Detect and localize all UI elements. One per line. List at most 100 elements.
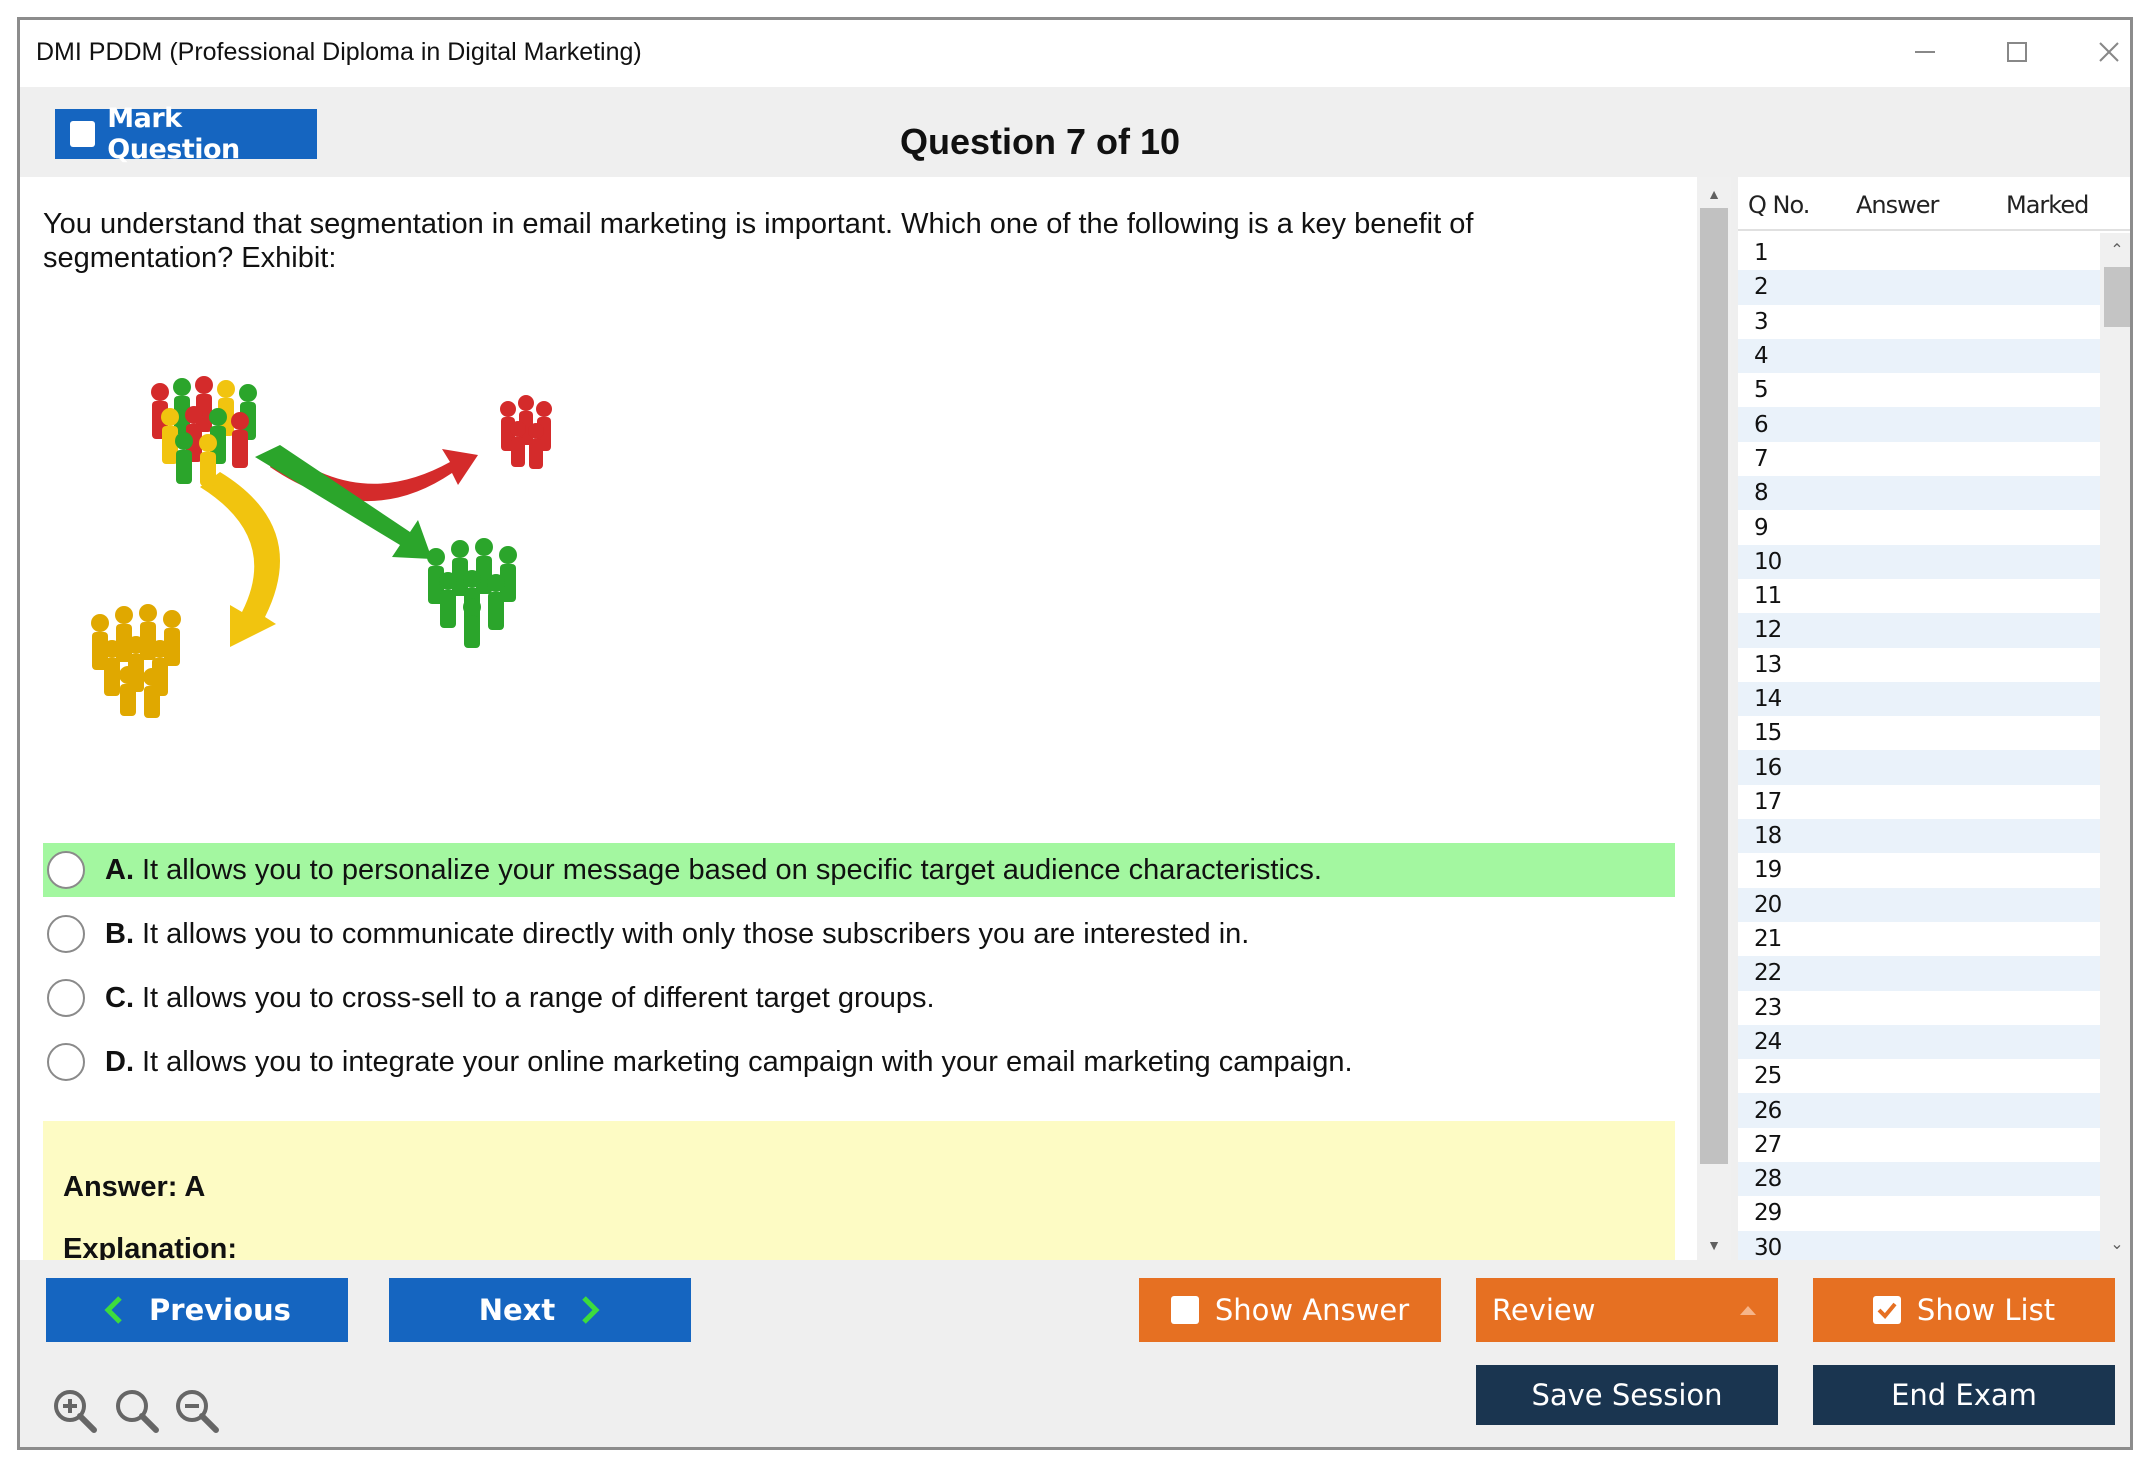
question-number: 26 bbox=[1754, 1097, 1782, 1124]
question-list-row[interactable]: 17 bbox=[1738, 785, 2100, 819]
window-title: DMI PDDM (Professional Diploma in Digita… bbox=[36, 38, 642, 66]
option-a-radio[interactable] bbox=[47, 851, 85, 889]
caret-up-icon bbox=[1740, 1306, 1756, 1315]
question-number: 23 bbox=[1754, 994, 1782, 1021]
question-list-rows: 1 2 3 4 5 6 7 8 9 10 11 12 13 14 15 16 17 18 19 20 21 22 23 24 2… bbox=[1738, 236, 2100, 1260]
save-session-button[interactable]: Save Session bbox=[1476, 1365, 1778, 1425]
question-list-row[interactable]: 16 bbox=[1738, 750, 2100, 785]
question-number: 3 bbox=[1754, 308, 1769, 335]
question-list-row[interactable]: 5 bbox=[1738, 373, 2100, 407]
question-list-row[interactable]: 2 bbox=[1738, 270, 2100, 305]
question-number: 20 bbox=[1754, 891, 1782, 918]
option-d-radio[interactable] bbox=[47, 1043, 85, 1081]
option-c-letter: C. bbox=[105, 981, 134, 1014]
zoom-out-icon[interactable] bbox=[172, 1386, 222, 1436]
list-scroll-thumb[interactable] bbox=[2104, 267, 2130, 327]
show-list-button[interactable]: Show List bbox=[1813, 1278, 2115, 1342]
show-answer-button[interactable]: Show Answer bbox=[1139, 1278, 1441, 1342]
question-list-row[interactable]: 11 bbox=[1738, 579, 2100, 613]
question-list-row[interactable]: 23 bbox=[1738, 991, 2100, 1025]
question-title: Question 7 of 10 bbox=[900, 121, 1181, 162]
question-number: 24 bbox=[1754, 1028, 1782, 1055]
question-list-row[interactable]: 24 bbox=[1738, 1024, 2100, 1060]
question-list-row[interactable]: 15 bbox=[1738, 716, 2100, 750]
option-d-letter: D. bbox=[105, 1045, 134, 1078]
mark-question-label: Mark Question bbox=[107, 103, 240, 165]
show-answer-checkbox-icon bbox=[1170, 1296, 1199, 1324]
question-list-row[interactable]: 12 bbox=[1738, 613, 2100, 648]
question-number: 30 bbox=[1754, 1234, 1782, 1260]
option-a[interactable]: A. It allows you to personalize your mes… bbox=[43, 843, 1675, 897]
question-list-row[interactable]: 13 bbox=[1738, 648, 2100, 682]
question-list-row[interactable]: 7 bbox=[1738, 442, 2100, 476]
question-list-row[interactable]: 22 bbox=[1738, 956, 2100, 991]
question-list-row[interactable]: 27 bbox=[1738, 1128, 2100, 1162]
question-list-row[interactable]: 3 bbox=[1738, 305, 2100, 339]
review-dropdown[interactable]: Review bbox=[1476, 1278, 1778, 1342]
end-exam-button[interactable]: End Exam bbox=[1813, 1365, 2115, 1425]
question-list-row[interactable]: 6 bbox=[1738, 407, 2100, 442]
checkmark-icon bbox=[1877, 1302, 1897, 1319]
show-list-checkbox-icon bbox=[1872, 1296, 1901, 1324]
question-content: You understand that segmentation in emai… bbox=[20, 177, 1697, 1260]
question-list-row[interactable]: 10 bbox=[1738, 544, 2100, 579]
question-list-row[interactable]: 8 bbox=[1738, 476, 2100, 511]
question-list-row[interactable]: 1 bbox=[1738, 236, 2100, 270]
option-d-text: It allows you to integrate your online m… bbox=[142, 1045, 1353, 1078]
zoom-in-icon[interactable] bbox=[50, 1386, 100, 1436]
answer-column-header: Answer bbox=[1856, 191, 1939, 219]
list-scroll-down-icon[interactable]: ⌄ bbox=[2100, 1233, 2130, 1255]
question-number: 22 bbox=[1754, 960, 1782, 987]
question-number: 5 bbox=[1754, 377, 1769, 404]
option-c-radio[interactable] bbox=[47, 979, 85, 1017]
question-list-row[interactable]: 28 bbox=[1738, 1162, 2100, 1197]
question-list-row[interactable]: 25 bbox=[1738, 1059, 2100, 1093]
exam-window: DMI PDDM (Professional Diploma in Digita… bbox=[17, 17, 2133, 1450]
next-button[interactable]: Next bbox=[389, 1278, 691, 1342]
zoom-reset-icon[interactable] bbox=[112, 1386, 162, 1436]
show-answer-label: Show Answer bbox=[1214, 1293, 1410, 1327]
option-b-text: It allows you to communicate directly wi… bbox=[142, 917, 1250, 950]
question-list-header: Q No. Answer Marked bbox=[1738, 177, 2130, 231]
question-list-row[interactable]: 29 bbox=[1738, 1196, 2100, 1230]
question-list-row[interactable]: 18 bbox=[1738, 819, 2100, 854]
scroll-down-arrow-icon[interactable]: ▼ bbox=[1697, 1234, 1731, 1256]
previous-button[interactable]: Previous bbox=[46, 1278, 348, 1342]
question-list-row[interactable]: 4 bbox=[1738, 338, 2100, 374]
close-button[interactable] bbox=[2079, 30, 2130, 74]
question-number: 14 bbox=[1754, 686, 1782, 712]
scroll-up-arrow-icon[interactable]: ▲ bbox=[1697, 183, 1731, 205]
question-list-row[interactable]: 30 bbox=[1738, 1230, 2100, 1260]
question-number: 2 bbox=[1754, 274, 1769, 301]
question-text: You understand that segmentation in emai… bbox=[43, 208, 1474, 274]
question-number: 17 bbox=[1754, 788, 1782, 815]
checkbox-icon bbox=[70, 121, 96, 147]
question-number: 12 bbox=[1754, 617, 1782, 644]
question-number: 13 bbox=[1754, 651, 1782, 678]
list-scroll-up-icon[interactable]: ⌃ bbox=[2100, 239, 2130, 261]
question-list-row[interactable]: 14 bbox=[1738, 681, 2100, 717]
question-number: 29 bbox=[1754, 1200, 1782, 1227]
footer-toolbar: Previous Next Show Answer Review Show Li… bbox=[20, 1260, 2130, 1447]
question-number: 8 bbox=[1754, 480, 1769, 507]
option-c[interactable]: C. It allows you to cross-sell to a rang… bbox=[43, 971, 1675, 1025]
question-number: 18 bbox=[1754, 823, 1782, 850]
option-b-radio[interactable] bbox=[47, 915, 85, 953]
option-b[interactable]: B. It allows you to communicate directly… bbox=[43, 907, 1675, 961]
question-list-row[interactable]: 20 bbox=[1738, 887, 2100, 922]
content-scroll-thumb[interactable] bbox=[1700, 208, 1728, 1164]
question-list-row[interactable]: 21 bbox=[1738, 922, 2100, 956]
question-number: 10 bbox=[1754, 548, 1782, 575]
content-scrollbar[interactable]: ▲ ▼ bbox=[1697, 177, 1731, 1260]
question-number: 21 bbox=[1754, 926, 1782, 953]
mark-question-button[interactable]: Mark Question bbox=[55, 103, 317, 165]
minimize-button[interactable] bbox=[1895, 30, 1955, 74]
question-list-row[interactable]: 19 bbox=[1738, 853, 2100, 887]
review-label: Review bbox=[1492, 1293, 1596, 1327]
answer-box: Answer: A Explanation: bbox=[43, 1121, 1675, 1260]
maximize-button[interactable] bbox=[1987, 30, 2047, 74]
question-list-row[interactable]: 26 bbox=[1738, 1093, 2100, 1128]
option-d[interactable]: D. It allows you to integrate your onlin… bbox=[43, 1035, 1675, 1089]
question-list-row[interactable]: 9 bbox=[1738, 510, 2100, 544]
question-list-scrollbar[interactable]: ⌃ ⌄ bbox=[2100, 233, 2130, 1260]
